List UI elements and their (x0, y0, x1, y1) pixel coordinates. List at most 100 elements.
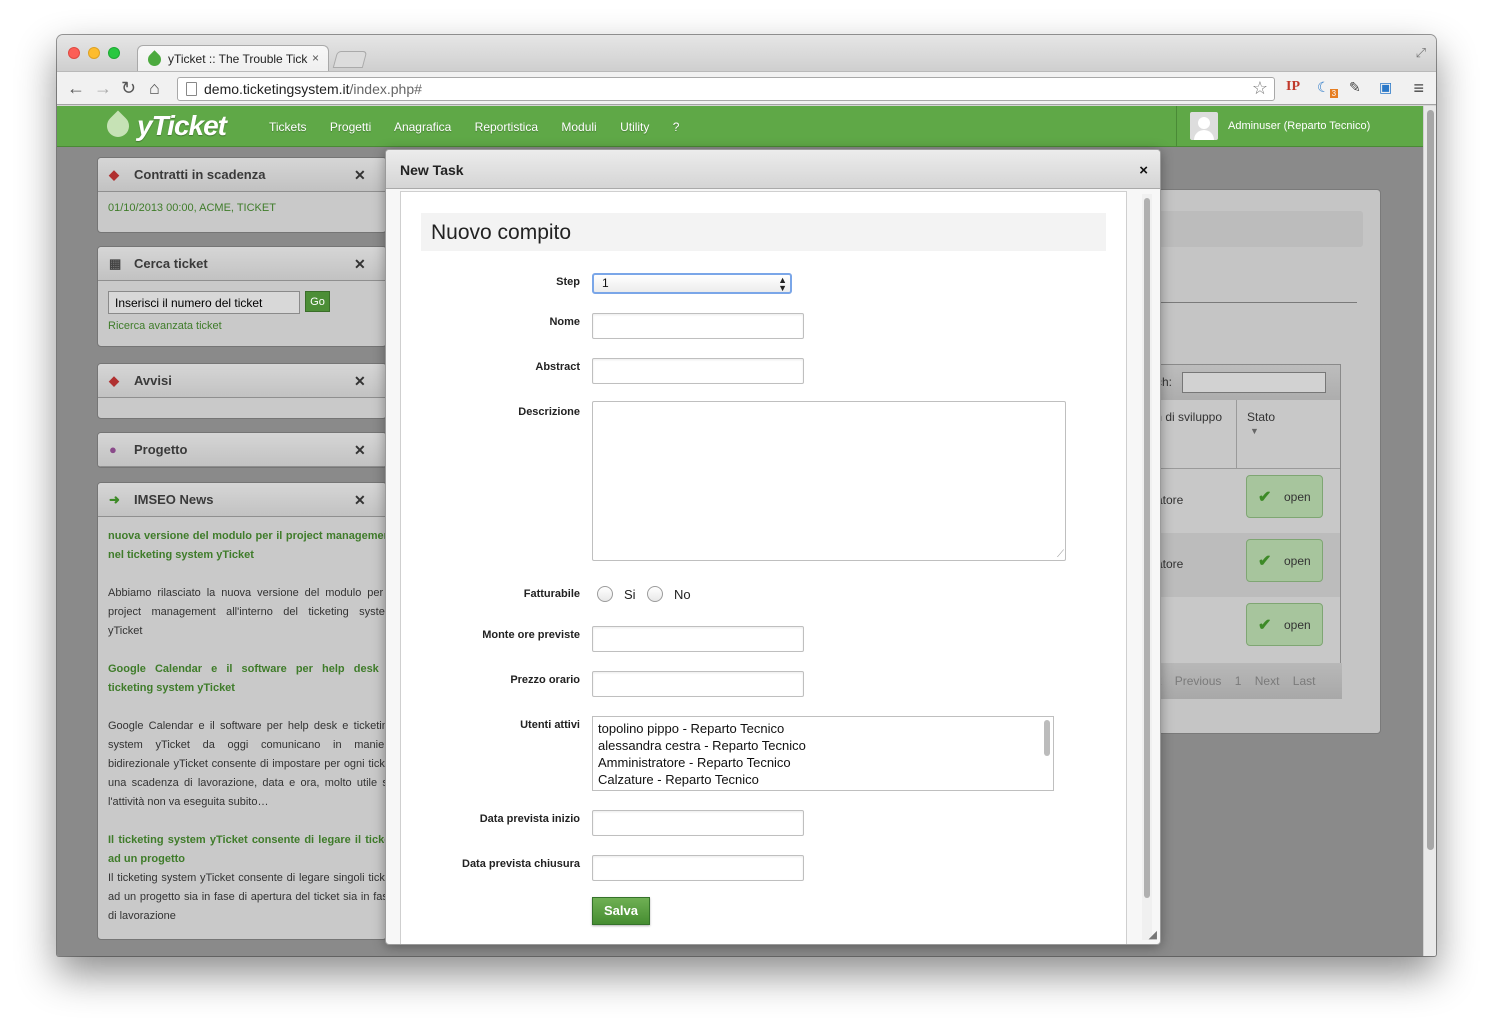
monte-ore-label: Monte ore previste (482, 629, 580, 641)
eyedropper-extension-icon[interactable]: ✎ (1349, 79, 1361, 96)
tab-close-icon[interactable]: × (312, 51, 319, 65)
list-item[interactable]: alessandra cestra - Reparto Tecnico (598, 737, 1053, 754)
go-button[interactable]: Go (305, 291, 330, 312)
menu-item-anagrafica[interactable]: Anagrafica (394, 120, 451, 134)
list-item[interactable]: Amministratore - Reparto Tecnico (598, 754, 1053, 771)
fatturabile-no-radio[interactable] (647, 586, 663, 602)
reload-icon[interactable]: ↻ (121, 78, 136, 98)
widget-header: ● Progetto ✕ (98, 433, 386, 467)
nome-input[interactable] (592, 313, 804, 339)
fatturabile-si-radio[interactable] (597, 586, 613, 602)
menu-item-progetti[interactable]: Progetti (330, 120, 371, 134)
abstract-label: Abstract (535, 361, 580, 373)
menu-icon[interactable]: ≡ (1413, 78, 1424, 99)
ticket-icon: ◆ (109, 373, 119, 388)
pager-last[interactable]: Last (1293, 674, 1316, 688)
data-inizio-input[interactable] (592, 810, 804, 836)
home-icon[interactable]: ⌂ (149, 78, 160, 98)
close-icon[interactable]: × (1139, 162, 1148, 179)
news-title[interactable]: Il ticketing system yTicket consente di … (108, 831, 386, 869)
status-badge[interactable]: ✔ open (1246, 475, 1323, 518)
browser-tab[interactable]: yTicket :: The Trouble Tick × (137, 45, 329, 71)
news-title[interactable]: Google Calendar e il software per help d… (108, 660, 386, 698)
pager-page[interactable]: 1 (1235, 674, 1242, 688)
table-search-input[interactable] (1182, 372, 1326, 393)
screenshot-extension-icon[interactable]: ▣ (1379, 79, 1392, 96)
save-button[interactable]: Salva (592, 897, 650, 925)
abstract-input[interactable] (592, 358, 804, 384)
close-window-button[interactable] (68, 47, 80, 59)
list-item[interactable]: topolino pippo - Reparto Tecnico (598, 720, 1053, 737)
dialog-scrollbar[interactable] (1142, 194, 1152, 940)
browser-toolbar: ← → ↻ ⌂ demo.ticketingsystem.it/index.ph… (57, 71, 1436, 105)
table-row[interactable]: ratore ✔ open (1152, 469, 1340, 533)
data-chiusura-input[interactable] (592, 855, 804, 881)
table-row[interactable]: ratore ✔ open (1152, 533, 1340, 597)
advanced-search-link[interactable]: Ricerca avanzata ticket (108, 320, 376, 332)
scroll-thumb[interactable] (1144, 198, 1150, 898)
status-badge[interactable]: ✔ open (1246, 539, 1323, 582)
bookmark-star-icon[interactable]: ☆ (1252, 78, 1268, 99)
extension-badge: 3 (1329, 88, 1339, 98)
resize-grip-icon[interactable]: ⟋ (1057, 549, 1064, 560)
column-header[interactable]: m di sviluppo (1152, 410, 1222, 424)
menu-item-help[interactable]: ? (673, 120, 680, 134)
close-icon[interactable]: ✕ (354, 167, 366, 184)
status-text: open (1284, 618, 1311, 632)
address-bar[interactable]: demo.ticketingsystem.it/index.php# ☆ (177, 77, 1275, 101)
yticket-favicon-icon (145, 50, 164, 69)
page-scrollbar[interactable] (1423, 106, 1436, 956)
fatturabile-label: Fatturabile (523, 588, 580, 600)
pager-next[interactable]: Next (1255, 674, 1280, 688)
widget-contratti: ◆ Contratti in scadenza ✕ 01/10/2013 00:… (97, 157, 387, 233)
widget-cerca-ticket: ▦ Cerca ticket ✕ Go Ricerca avanzata tic… (97, 246, 387, 347)
tab-bar: yTicket :: The Trouble Tick × ⤢ (57, 35, 1436, 71)
check-icon: ✔ (1258, 489, 1272, 506)
wifi-extension-icon[interactable]: ☾ 3 (1317, 79, 1339, 98)
utenti-attivi-listbox[interactable]: topolino pippo - Reparto Tecnico alessan… (592, 716, 1054, 791)
close-icon[interactable]: ✕ (354, 492, 366, 509)
listbox-scrollbar[interactable] (1044, 719, 1051, 789)
menu-item-tickets[interactable]: Tickets (269, 120, 307, 134)
list-item[interactable]: Calzature - Reparto Tecnico (598, 771, 1053, 788)
widget-title: Avvisi (134, 373, 172, 388)
contratti-item[interactable]: 01/10/2013 00:00, ACME, TICKET (98, 192, 386, 224)
yticket-logo[interactable]: yTicket (102, 110, 227, 142)
search-row: Go (108, 291, 376, 314)
step-select[interactable]: 1 ▲ ▼ (592, 273, 792, 294)
fullscreen-icon[interactable]: ⤢ (1416, 45, 1426, 61)
status-text: open (1284, 554, 1311, 568)
back-icon[interactable]: ← (67, 78, 85, 98)
sort-down-icon[interactable]: ▼ (1250, 426, 1259, 436)
ticket-number-input[interactable] (108, 291, 300, 314)
widget-avvisi: ◆ Avvisi ✕ (97, 363, 387, 419)
close-icon[interactable]: ✕ (354, 373, 366, 390)
user-menu[interactable]: Adminuser (Reparto Tecnico) (1176, 106, 1370, 147)
minimize-window-button[interactable] (88, 47, 100, 59)
descrizione-textarea[interactable]: ⟋ (592, 401, 1066, 561)
news-title[interactable]: nuova versione del modulo per il project… (108, 527, 386, 565)
prezzo-orario-input[interactable] (592, 671, 804, 697)
pager-previous[interactable]: Previous (1175, 674, 1222, 688)
menu-item-moduli[interactable]: Moduli (561, 120, 596, 134)
ip-extension-icon[interactable]: IP (1286, 79, 1300, 95)
close-icon[interactable]: ✕ (354, 256, 366, 273)
divider (1151, 302, 1357, 303)
close-icon[interactable]: ✕ (354, 442, 366, 459)
status-badge[interactable]: ✔ open (1246, 603, 1323, 646)
monte-ore-input[interactable] (592, 626, 804, 652)
menu-item-utility[interactable]: Utility (620, 120, 649, 134)
forward-icon[interactable]: → (94, 78, 112, 98)
menu-item-reportistica[interactable]: Reportistica (475, 120, 538, 134)
tab-title: yTicket :: The Trouble Tick (168, 52, 308, 66)
table-row[interactable]: ✔ open (1152, 597, 1340, 661)
app-top-nav: yTicket Tickets Progetti Anagrafica Repo… (57, 106, 1423, 147)
new-task-dialog: New Task × Nuovo compito Step 1 ▲ ▼ Nome A… (385, 149, 1161, 945)
column-header-stato[interactable]: Stato (1247, 410, 1275, 424)
zoom-window-button[interactable] (108, 47, 120, 59)
resize-grip-icon[interactable]: ◢ (1149, 928, 1157, 941)
new-tab-button[interactable] (332, 51, 368, 68)
page-icon (186, 82, 197, 96)
scroll-thumb[interactable] (1044, 720, 1050, 756)
scroll-thumb[interactable] (1427, 110, 1434, 850)
